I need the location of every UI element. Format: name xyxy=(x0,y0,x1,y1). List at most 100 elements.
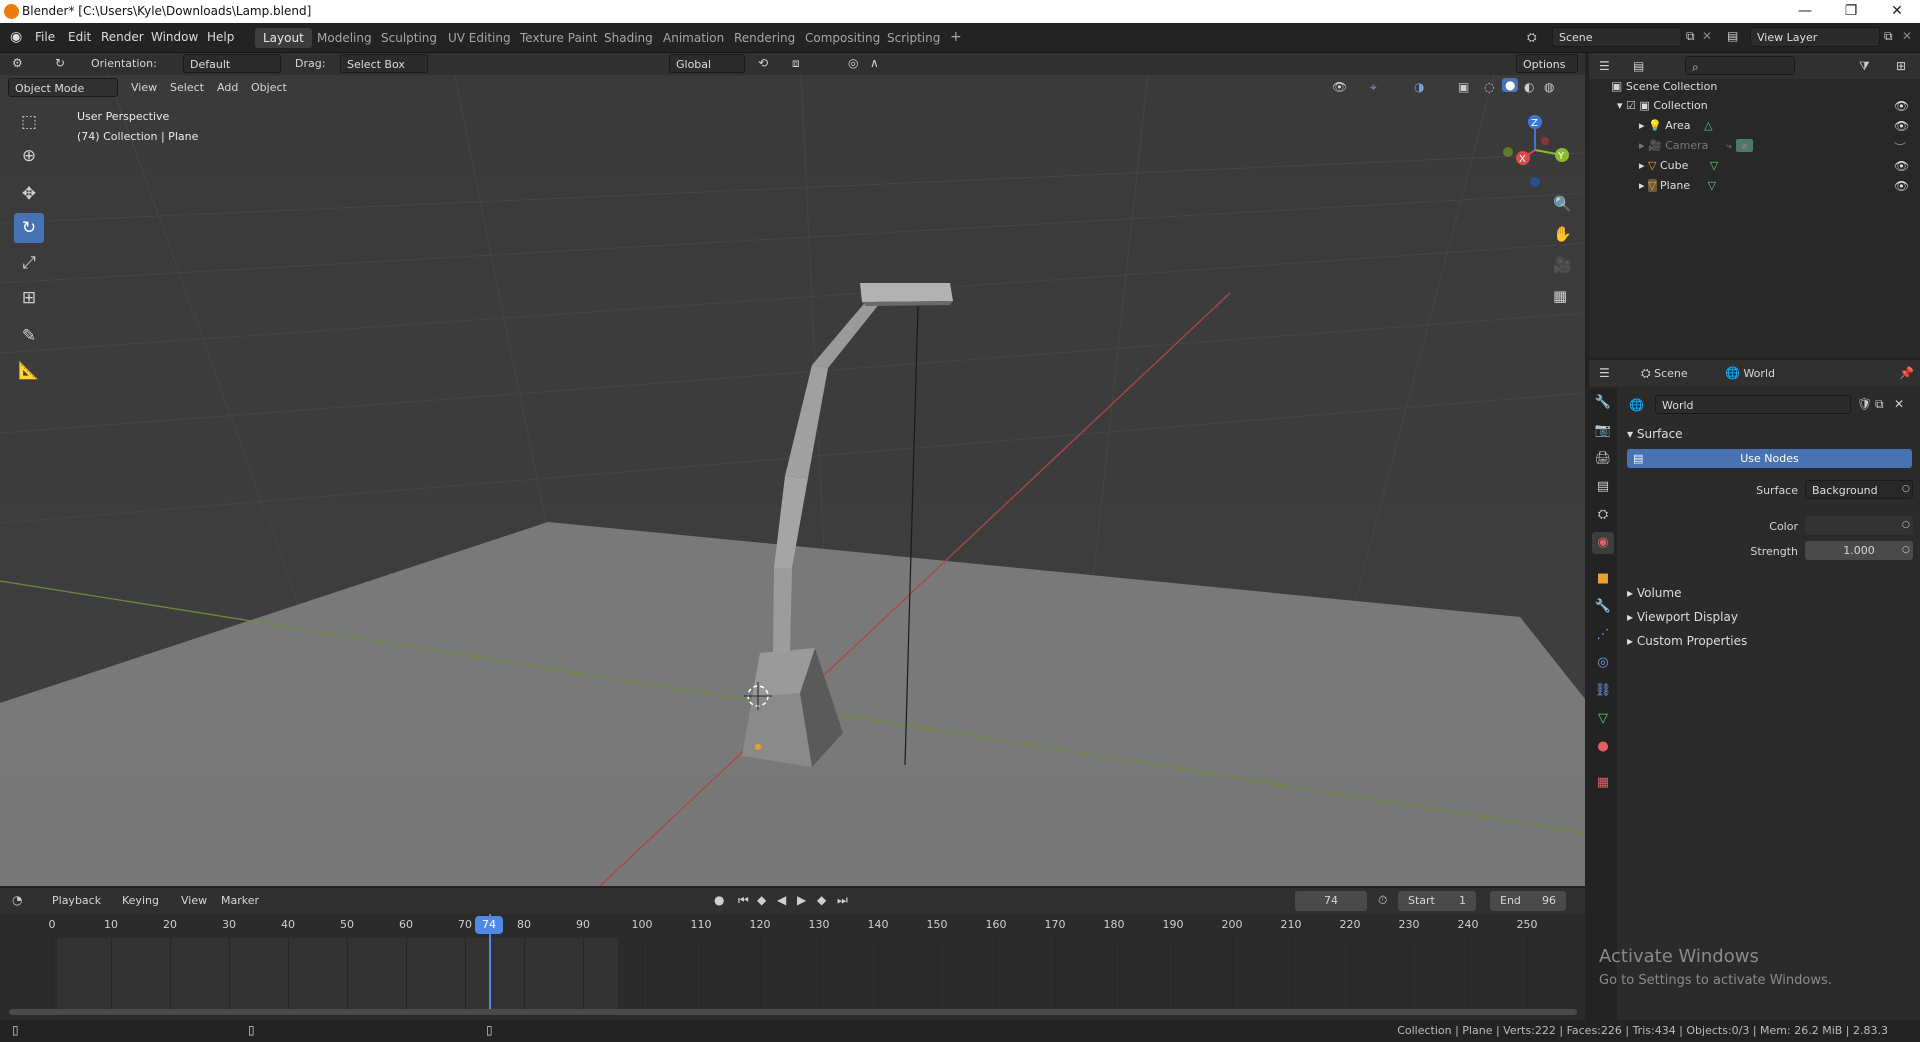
tab-rendering[interactable]: Rendering xyxy=(726,28,803,48)
strength-field[interactable]: 1.000 xyxy=(1805,541,1913,560)
transform-orientation-dropdown[interactable]: Global xyxy=(669,54,745,73)
world-browse-icon[interactable]: 🌐 xyxy=(1629,398,1644,412)
checkbox-icon[interactable]: ☑ xyxy=(1626,99,1636,112)
viewport-menu-view[interactable]: View xyxy=(131,81,157,94)
drag-dropdown[interactable]: Select Box xyxy=(340,54,428,73)
pivot-icon[interactable]: ⟲ xyxy=(758,56,768,70)
viewport-menu-object[interactable]: Object xyxy=(251,81,287,94)
material-shading-icon[interactable]: ◐ xyxy=(1524,80,1534,94)
camera-view-icon[interactable]: 🎥 xyxy=(1553,256,1572,274)
delete-view-layer-icon[interactable]: ✕ xyxy=(1902,29,1912,43)
playhead-marker[interactable]: 74 xyxy=(475,916,503,934)
tab-layout[interactable]: Layout xyxy=(255,28,312,48)
tab-texture-paint[interactable]: Texture Paint xyxy=(512,28,605,48)
3d-viewport[interactable]: ⚙ ↻ Orientation: Default Drag: Select Bo… xyxy=(0,53,1585,886)
view-layer-tab-icon[interactable]: ▤ xyxy=(1592,476,1614,498)
rotate-tool-icon[interactable]: ↻ xyxy=(14,213,44,243)
scene-canvas[interactable] xyxy=(0,53,1585,886)
zoom-icon[interactable]: 🔍 xyxy=(1553,195,1572,213)
surface-section-header[interactable]: ▾ Surface xyxy=(1627,427,1683,441)
new-collection-icon[interactable]: ⊞ xyxy=(1896,59,1906,73)
menu-help[interactable]: Help xyxy=(207,30,234,44)
expand-arrow-icon[interactable]: ▸ xyxy=(1639,139,1645,152)
scene-field[interactable]: Scene xyxy=(1552,27,1682,47)
material-tab-icon[interactable]: ● xyxy=(1592,736,1614,758)
solid-shading-icon[interactable]: ● xyxy=(1502,78,1519,92)
move-tool-icon[interactable]: ✥ xyxy=(14,179,44,209)
menu-file[interactable]: File xyxy=(35,30,55,44)
expand-arrow-icon[interactable]: ▸ xyxy=(1639,119,1645,132)
breadcrumb-world[interactable]: 🌐 World xyxy=(1725,366,1775,380)
pan-hand-icon[interactable]: ✋ xyxy=(1553,225,1572,243)
xray-icon[interactable]: ▣ xyxy=(1458,80,1469,94)
strength-socket-icon[interactable]: ○ xyxy=(1902,545,1910,555)
unlink-world-icon[interactable]: ✕ xyxy=(1894,397,1904,411)
cursor-tool-icon[interactable]: ⊕ xyxy=(14,141,44,171)
minimize-button[interactable]: — xyxy=(1782,0,1828,23)
view-layer-icon[interactable]: ▤ xyxy=(1727,29,1738,43)
pin-icon[interactable]: 📌 xyxy=(1899,366,1914,380)
orientation-dropdown[interactable]: Default xyxy=(183,54,281,73)
menu-edit[interactable]: Edit xyxy=(68,30,91,44)
eye-icon[interactable]: 👁 xyxy=(1894,179,1909,193)
properties-editor-icon[interactable]: ☰ xyxy=(1599,366,1610,380)
data-tab-icon[interactable]: ▽ xyxy=(1592,708,1614,730)
object-tab-icon[interactable]: ■ xyxy=(1592,568,1614,590)
delete-scene-icon[interactable]: ✕ xyxy=(1702,29,1712,43)
visibility-icon[interactable]: 👁 xyxy=(1332,80,1347,94)
particles-tab-icon[interactable]: ⋰ xyxy=(1592,624,1614,646)
new-scene-icon[interactable]: ⧉ xyxy=(1686,29,1695,44)
surface-shader-field[interactable]: Background xyxy=(1805,480,1913,499)
overlay-toggle-icon[interactable]: ◑ xyxy=(1414,80,1424,94)
gizmo-toggle-icon[interactable]: ⌖ xyxy=(1370,80,1377,95)
world-tab-icon[interactable]: ◉ xyxy=(1592,532,1614,554)
surface-socket-icon[interactable]: ○ xyxy=(1902,484,1910,494)
navigation-gizmo[interactable]: Z Y X xyxy=(1490,110,1570,190)
add-workspace-button[interactable]: + xyxy=(942,26,970,48)
render-tab-icon[interactable]: 📷 xyxy=(1592,420,1614,442)
tab-modeling[interactable]: Modeling xyxy=(309,28,380,48)
mode-dropdown[interactable]: Object Mode xyxy=(8,78,118,97)
proportional-edit-icon[interactable]: ◎ xyxy=(848,56,858,70)
scene-icon[interactable]: ⛭ xyxy=(1527,30,1537,45)
outliner-editor-icon[interactable]: ☰ xyxy=(1599,59,1610,73)
output-tab-icon[interactable]: 🖨 xyxy=(1592,448,1614,470)
eye-hidden-icon[interactable]: ︶ xyxy=(1894,139,1906,156)
menu-window[interactable]: Window xyxy=(151,30,198,44)
viewport-menu-add[interactable]: Add xyxy=(217,81,238,94)
display-mode-icon[interactable]: ▤ xyxy=(1633,59,1644,73)
scale-tool-icon[interactable]: ⤢ xyxy=(14,248,44,278)
outliner-item-cube[interactable]: ▸ ▽ Cube ▽ xyxy=(1639,159,1718,172)
editor-type-icon[interactable]: ⚙ xyxy=(12,56,23,70)
outliner-item-plane[interactable]: ▸ ▽ Plane ▽ xyxy=(1639,179,1716,192)
use-nodes-button[interactable]: ▤ Use Nodes xyxy=(1627,449,1912,468)
constraints-tab-icon[interactable]: ⛓ xyxy=(1592,680,1614,702)
viewport-menu-select[interactable]: Select xyxy=(170,81,204,94)
tab-scripting[interactable]: Scripting xyxy=(879,28,948,48)
tab-sculpting[interactable]: Sculpting xyxy=(373,28,445,48)
tab-compositing[interactable]: Compositing xyxy=(797,28,888,48)
modifier-tab-icon[interactable]: 🔧 xyxy=(1592,596,1614,618)
tool-tab-icon[interactable]: 🔧 xyxy=(1592,392,1614,414)
transform-tool-icon[interactable]: ⊞ xyxy=(14,283,44,313)
tab-uv-editing[interactable]: UV Editing xyxy=(440,28,519,48)
select-box-tool-icon[interactable]: ⬚ xyxy=(14,107,44,137)
active-tool-icon[interactable]: ↻ xyxy=(55,56,65,70)
falloff-icon[interactable]: ∧ xyxy=(870,56,879,70)
fake-user-icon[interactable]: 🛡 xyxy=(1857,397,1872,411)
volume-section-header[interactable]: ▸ Volume xyxy=(1627,586,1681,600)
color-swatch[interactable] xyxy=(1805,516,1913,535)
snap-icon[interactable]: ⧈ xyxy=(792,56,800,71)
measure-tool-icon[interactable]: 📐 xyxy=(14,356,44,386)
expand-arrow-icon[interactable]: ▸ xyxy=(1639,179,1645,192)
close-button[interactable]: ✕ xyxy=(1874,0,1920,23)
outliner-collection[interactable]: ▾ ☑ ▣ Collection xyxy=(1617,99,1708,112)
frame-ruler[interactable]: 0 10 20 30 40 50 60 70 80 90 100 110 120 130 140 150 160… xyxy=(0,888,1585,1020)
eye-icon[interactable]: 👁 xyxy=(1894,159,1909,173)
blender-menu-icon[interactable]: ◉ xyxy=(10,29,22,45)
expand-arrow-icon[interactable]: ▸ xyxy=(1639,159,1645,172)
outliner-item-area[interactable]: ▸ 💡 Area △ xyxy=(1639,119,1713,132)
outliner-search-input[interactable]: ⌕ xyxy=(1685,56,1795,75)
eye-icon[interactable]: 👁 xyxy=(1894,119,1909,133)
expand-arrow-icon[interactable]: ▾ xyxy=(1617,99,1623,112)
